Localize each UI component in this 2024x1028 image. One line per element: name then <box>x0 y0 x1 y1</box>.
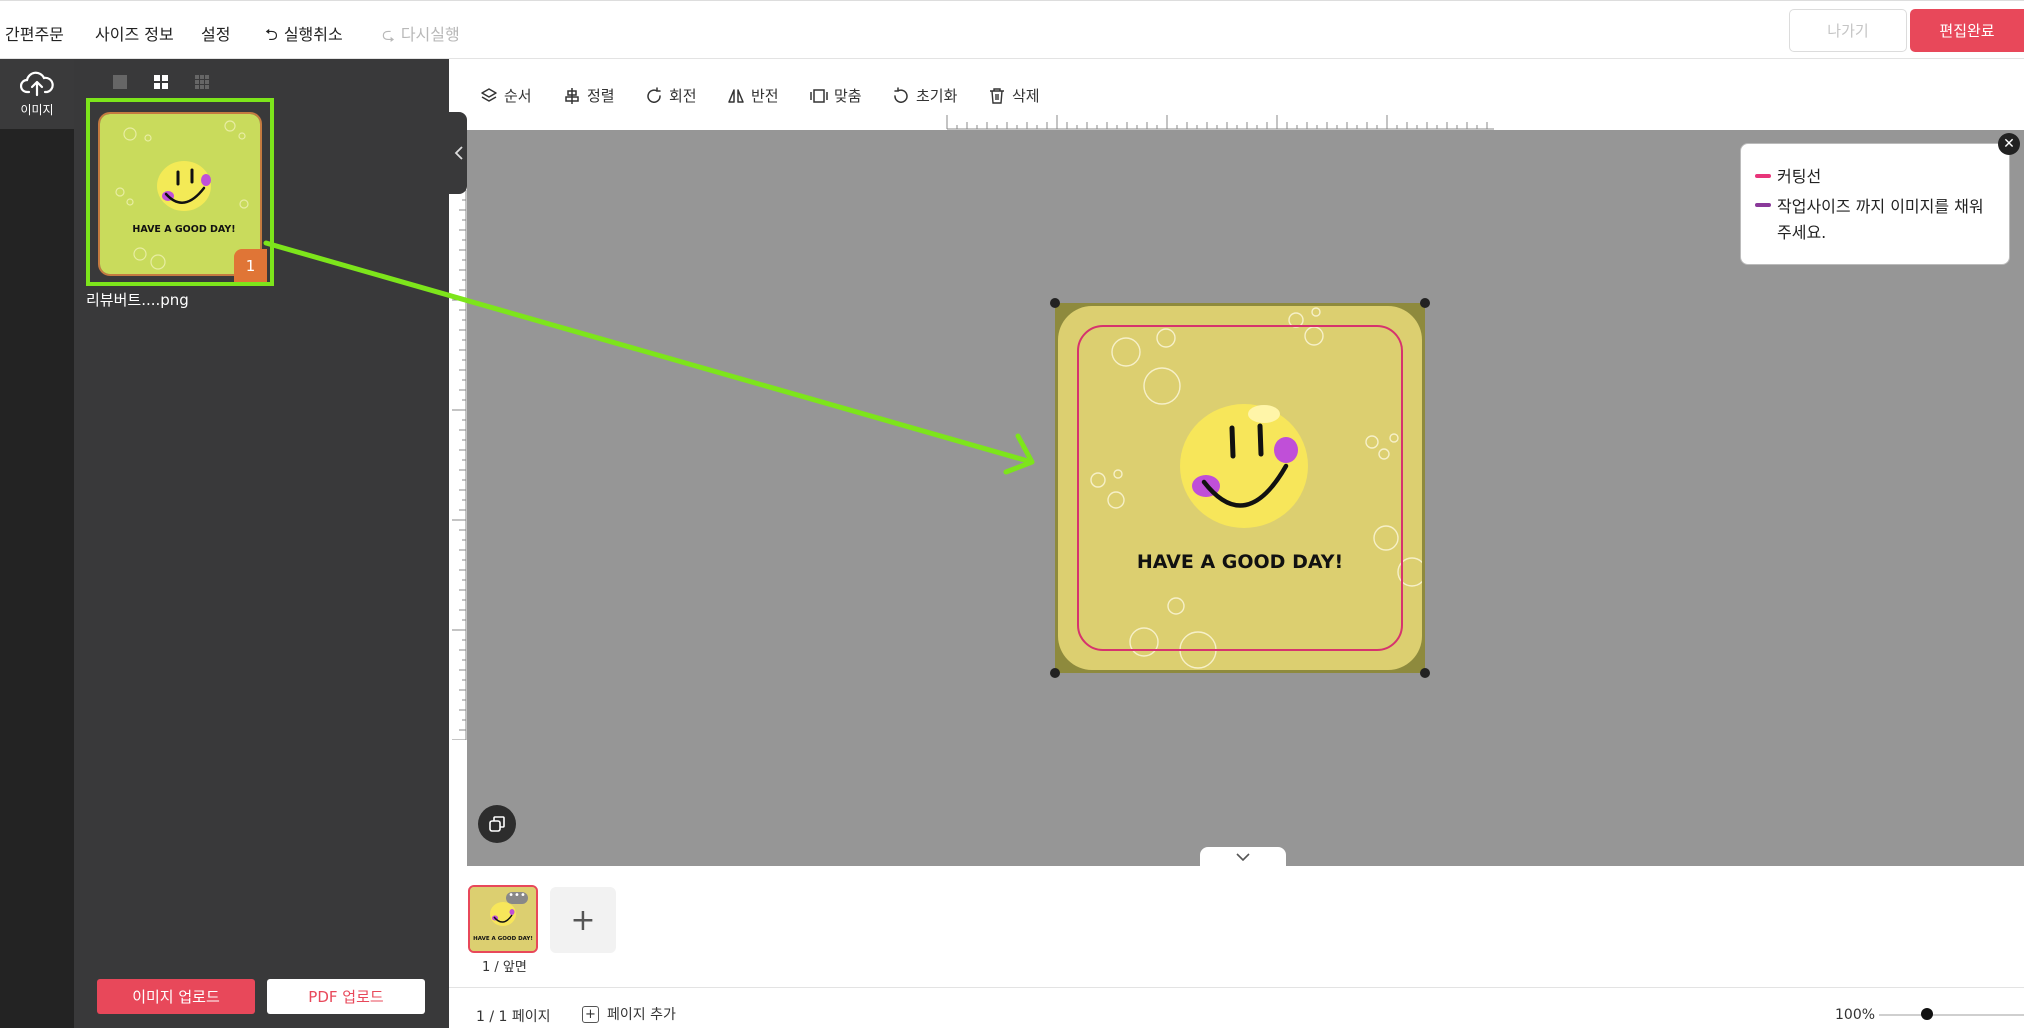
add-page-button[interactable]: + <box>550 887 616 953</box>
grid-2-icon <box>154 75 168 89</box>
rotate-label: 회전 <box>669 87 697 105</box>
fit-button[interactable]: 맞춤 <box>810 85 862 106</box>
zoom-level: 100% <box>1835 1007 1876 1023</box>
artboard[interactable]: HAVE A GOOD DAY! <box>1050 298 1430 678</box>
redo-button[interactable]: ⮎ 다시실행 <box>382 21 460 51</box>
edit-complete-button[interactable]: 편집완료 <box>1910 9 2024 52</box>
legend-cutline-label: 커팅선 <box>1777 167 1822 186</box>
horizontal-ruler <box>467 112 2024 130</box>
left-rail: 이미지 <box>0 59 74 1028</box>
page-more-button[interactable]: ••• <box>506 891 528 904</box>
legend-item-cutline: 커팅선 <box>1755 164 1821 190</box>
page-count: 1 / 1 페이지 <box>476 1009 551 1025</box>
rail-image-tab[interactable]: 이미지 <box>0 59 74 129</box>
image-panel: HAVE A GOOD DAY! 1 리뷰버트....png 이미지 업로드 P… <box>74 59 449 1028</box>
image-thumbnail[interactable]: HAVE A GOOD DAY! 1 <box>86 98 274 286</box>
settings-menu[interactable]: 설정 <box>201 21 230 45</box>
grid-3-view-button[interactable] <box>191 71 213 93</box>
vertical-ruler <box>449 130 467 741</box>
undo-button[interactable]: ⮌ 실행취소 <box>265 21 343 51</box>
align-button[interactable]: 정렬 <box>563 85 615 106</box>
legend-item-worksize: 작업사이즈 까지 이미지를 채워 주세요. <box>1755 194 2000 246</box>
flip-icon <box>728 88 744 103</box>
redo-label: 다시실행 <box>400 25 460 44</box>
undo-label: 실행취소 <box>283 25 343 44</box>
cloud-upload-icon <box>20 71 54 96</box>
trash-icon <box>990 87 1004 104</box>
guide-legend: 커팅선 작업사이즈 까지 이미지를 채워 주세요. <box>1740 143 2010 265</box>
resize-handle-bottom-left[interactable] <box>1050 668 1060 678</box>
reset-button[interactable]: 초기화 <box>892 85 957 106</box>
collapse-panel-button[interactable] <box>449 112 467 194</box>
grid-3-icon <box>195 75 209 89</box>
copy-icon <box>489 816 505 832</box>
legend-worksize-label: 작업사이즈 까지 이미지를 채워 주세요. <box>1777 197 1984 242</box>
add-page-link[interactable]: + 페이지 추가 <box>582 1004 676 1024</box>
image-upload-button[interactable]: 이미지 업로드 <box>97 979 255 1014</box>
delete-button[interactable]: 삭제 <box>988 85 1040 106</box>
exit-button[interactable]: 나가기 <box>1789 9 1907 52</box>
fit-icon <box>810 88 828 103</box>
reset-label: 초기화 <box>916 87 958 105</box>
delete-label: 삭제 <box>1012 87 1040 105</box>
align-label: 정렬 <box>587 87 615 105</box>
zoom-slider-handle[interactable] <box>1921 1008 1933 1020</box>
thumbnail-usage-badge: 1 <box>234 249 267 282</box>
resize-handle-top-left[interactable] <box>1050 298 1060 308</box>
flip-label: 반전 <box>751 87 779 105</box>
resize-handle-bottom-right[interactable] <box>1420 668 1430 678</box>
layers-icon <box>481 87 497 102</box>
single-view-icon <box>113 75 127 89</box>
add-page-label: 페이지 추가 <box>607 1007 676 1023</box>
rail-image-label: 이미지 <box>20 102 54 117</box>
cutting-line <box>1077 325 1403 651</box>
undo-icon: ⮌ <box>265 25 278 44</box>
order-label: 순서 <box>504 87 532 105</box>
close-icon[interactable]: ✕ <box>1998 133 2020 155</box>
zoom-slider[interactable] <box>1879 1014 2024 1016</box>
thumbnail-filename: 리뷰버트....png <box>86 291 189 309</box>
order-button[interactable]: 순서 <box>480 85 532 106</box>
align-icon <box>565 87 579 104</box>
page-thumbnail-text: HAVE A GOOD DAY! <box>473 936 533 942</box>
top-bar: 간편주문 사이즈 정보 설정 ⮌ 실행취소 ⮎ 다시실행 나가기 편집완료 <box>0 0 2024 59</box>
resize-handle-top-right[interactable] <box>1420 298 1430 308</box>
single-view-button[interactable] <box>109 71 131 93</box>
page-thumbnail-label: 1 / 앞면 <box>482 960 527 975</box>
worksize-swatch <box>1755 202 1771 207</box>
chevron-down-icon <box>1236 853 1250 861</box>
flip-button[interactable]: 반전 <box>727 85 779 106</box>
grid-2-view-button[interactable] <box>150 71 172 93</box>
redo-icon: ⮎ <box>382 25 395 44</box>
status-bar: 1 / 1 페이지 + 페이지 추가 100% <box>449 988 2024 1028</box>
rotate-icon <box>647 86 661 103</box>
expand-page-strip-button[interactable] <box>1200 847 1286 867</box>
size-info-menu[interactable]: 사이즈 정보 <box>95 21 174 45</box>
reset-icon <box>894 86 908 103</box>
plus-square-icon: + <box>582 1005 599 1023</box>
fit-label: 맞춤 <box>834 87 862 105</box>
cutline-swatch <box>1755 173 1771 178</box>
page-strip: HAVE A GOOD DAY! ••• 1 / 앞면 + <box>449 866 2024 988</box>
duplicate-button[interactable] <box>478 805 516 843</box>
rotate-button[interactable]: 회전 <box>645 85 697 106</box>
chevron-left-icon <box>454 146 463 160</box>
thumbnail-text: HAVE A GOOD DAY! <box>132 224 235 235</box>
pdf-upload-button[interactable]: PDF 업로드 <box>267 979 425 1014</box>
quick-order-menu[interactable]: 간편주문 <box>5 21 64 45</box>
